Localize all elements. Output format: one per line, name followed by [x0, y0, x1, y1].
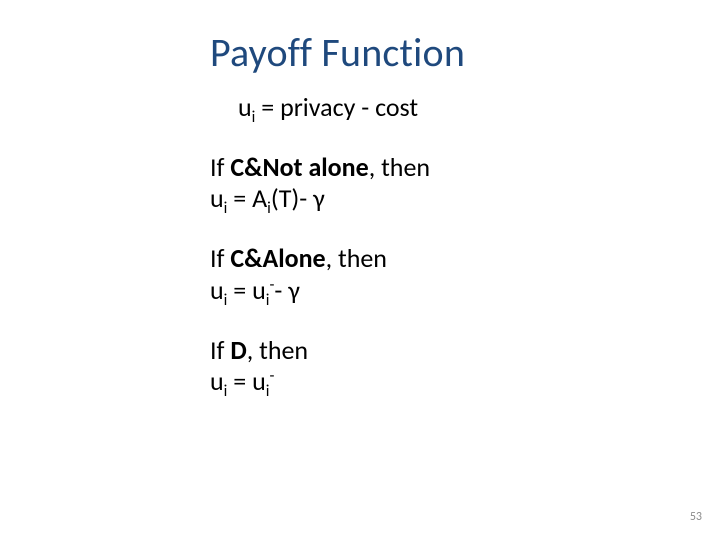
- if-text: If: [210, 151, 230, 183]
- case3-line2: ui = ui-: [210, 366, 430, 398]
- c3-lhs: u: [210, 365, 224, 397]
- if-text: If: [210, 242, 230, 274]
- eq-rhs: = privacy - cost: [255, 91, 418, 123]
- c3-sup: -: [269, 367, 274, 386]
- case2-line1: If C&Alone, then: [210, 243, 430, 275]
- then-text: , then: [369, 151, 430, 183]
- then-text: , then: [326, 242, 387, 274]
- case-d: If D, then ui = ui-: [210, 335, 430, 398]
- c1-tail: (T)- γ: [271, 182, 325, 214]
- equation-main: ui = privacy - cost: [210, 92, 430, 124]
- c1-mid: = A: [227, 182, 267, 214]
- slide: Payoff Function ui = privacy - cost If C…: [0, 0, 720, 540]
- c1-lhs: u: [210, 182, 224, 214]
- slide-title: Payoff Function: [210, 28, 465, 77]
- case-not-alone: If C&Not alone, then ui = Ai(T)- γ: [210, 152, 430, 215]
- case1-line1: If C&Not alone, then: [210, 152, 430, 184]
- slide-body: ui = privacy - cost If C&Not alone, then…: [210, 92, 430, 426]
- case2-line2: ui = ui-- γ: [210, 275, 430, 307]
- c2-lhs: u: [210, 274, 224, 306]
- page-number: 53: [690, 510, 702, 524]
- case-alone: If C&Alone, then ui = ui-- γ: [210, 243, 430, 306]
- c2-tail: - γ: [274, 274, 299, 306]
- case3-cond: D: [230, 334, 246, 366]
- if-text: If: [210, 334, 230, 366]
- then-text: , then: [247, 334, 308, 366]
- eq-lhs: u: [238, 91, 252, 123]
- c3-mid: = u: [227, 365, 265, 397]
- case3-line1: If D, then: [210, 335, 430, 367]
- c2-mid: = u: [227, 274, 265, 306]
- case2-cond: C&Alone: [230, 242, 325, 274]
- case1-cond: C&Not alone: [230, 151, 368, 183]
- case1-line2: ui = Ai(T)- γ: [210, 183, 430, 215]
